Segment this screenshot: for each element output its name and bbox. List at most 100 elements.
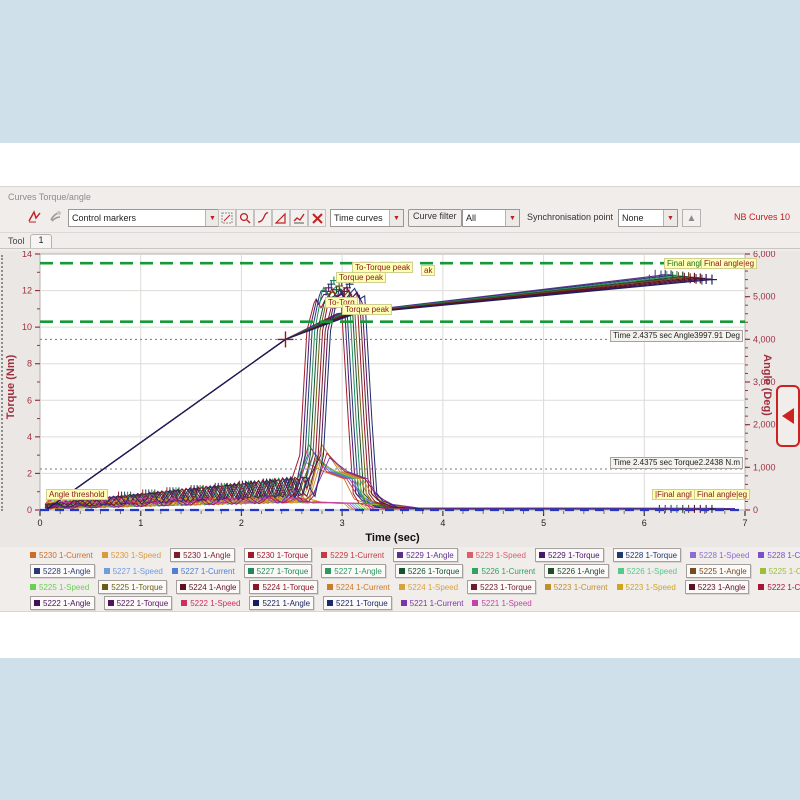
legend-item[interactable]: 5229 1-Angle: [393, 548, 458, 562]
legend-item[interactable]: 5228 1-Torque: [613, 548, 682, 562]
legend-item[interactable]: 5225 1-Torque: [98, 580, 167, 594]
chevron-down-icon[interactable]: ▼: [389, 210, 403, 226]
curve-type-combobox[interactable]: Time curves ▼: [330, 209, 404, 227]
legend-item[interactable]: 5227 1-Speed: [104, 567, 163, 576]
legend-item[interactable]: 5221 1-Current: [401, 599, 464, 608]
legend-swatch-icon: [102, 584, 108, 590]
legend-item[interactable]: 5224 1-Current: [327, 583, 390, 592]
sync-point-combobox[interactable]: None ▼: [618, 209, 678, 227]
legend-item[interactable]: 5228 1-Current: [758, 551, 800, 560]
brush-icon[interactable]: [47, 208, 64, 225]
legend-item[interactable]: 5228 1-Angle: [30, 564, 95, 578]
curve-filter-value: All: [463, 213, 505, 223]
legend-item[interactable]: 5221 1-Angle: [249, 596, 314, 610]
legend-item[interactable]: 5229 1-Torque: [535, 548, 604, 562]
tool-label: Tool: [8, 236, 25, 246]
chevron-down-icon[interactable]: ▼: [505, 210, 519, 226]
legend-swatch-icon: [548, 568, 554, 574]
legend-item[interactable]: 5227 1-Angle: [321, 564, 386, 578]
legend-item[interactable]: 5229 1-Current: [321, 551, 384, 560]
legend-item[interactable]: 5230 1-Speed: [102, 551, 161, 560]
legend-row: 5230 1-Current 5230 1-Speed 5230 1-Angle 52…: [30, 547, 796, 563]
control-markers-combobox[interactable]: Control markers ▼: [68, 209, 220, 227]
legend-item[interactable]: 5225 1-Angle: [686, 564, 751, 578]
legend-swatch-icon: [253, 584, 259, 590]
legend-swatch-icon: [253, 600, 259, 606]
svg-text:0: 0: [27, 505, 32, 515]
legend-label: 5223 1-Torque: [480, 583, 532, 592]
legend-item[interactable]: 5230 1-Current: [30, 551, 93, 560]
legend-swatch-icon: [617, 584, 623, 590]
legend-item[interactable]: 5221 1-Torque: [323, 596, 392, 610]
legend-label: 5227 1-Torque: [257, 567, 309, 576]
legend-item[interactable]: 5222 1-Speed: [181, 599, 240, 608]
legend-item[interactable]: 5229 1-Speed: [467, 551, 526, 560]
legend-item[interactable]: 5222 1-Torque: [104, 596, 173, 610]
legend-swatch-icon: [760, 568, 766, 574]
chart-tooltip: Torque peak: [342, 304, 392, 315]
svg-text:3: 3: [340, 518, 345, 528]
splitter-handle[interactable]: [1, 255, 3, 511]
legend-item[interactable]: 5226 1-Torque: [395, 564, 464, 578]
svg-text:2: 2: [239, 518, 244, 528]
chevron-down-icon[interactable]: ▼: [663, 210, 677, 226]
legend-label: 5230 1-Torque: [257, 551, 309, 560]
legend-swatch-icon: [690, 568, 696, 574]
window-title: Curves Torque/angle: [8, 192, 91, 202]
legend-swatch-icon: [325, 568, 331, 574]
y-right-axis-title: Angle (Deg): [761, 340, 773, 430]
legend-item[interactable]: 5222 1-Angle: [30, 596, 95, 610]
legend-item[interactable]: 5223 1-Current: [545, 583, 608, 592]
legend-swatch-icon: [399, 568, 405, 574]
marker-pen-icon[interactable]: [26, 208, 43, 225]
fit-zoom-reset-button[interactable]: [308, 209, 326, 227]
legend-item[interactable]: 5222 1-Current: [758, 583, 800, 592]
chart-plot[interactable]: 0246810121401,0002,0003,0004,0005,0006,0…: [0, 251, 800, 547]
legend-item[interactable]: 5223 1-Torque: [467, 580, 536, 594]
cursor-value-label: Time 2.4375 sec Torque2.2438 N.m: [610, 457, 743, 469]
legend-item[interactable]: 5225 1-Speed: [30, 583, 89, 592]
legend-label: 5222 1-Angle: [43, 599, 91, 608]
tool-tab-1[interactable]: 1: [30, 234, 52, 249]
legend-item[interactable]: 5224 1-Torque: [249, 580, 318, 594]
legend-swatch-icon: [618, 568, 624, 574]
tool-tab-bar: Tool 1: [0, 233, 800, 250]
y-left-axis-title: Torque (Nm): [5, 342, 17, 432]
legend-item[interactable]: 5227 1-Torque: [244, 564, 313, 578]
svg-text:0: 0: [753, 505, 758, 515]
legend-item[interactable]: 5223 1-Angle: [685, 580, 750, 594]
legend-item[interactable]: 5226 1-Speed: [618, 567, 677, 576]
legend-item[interactable]: 5223 1-Speed: [617, 583, 676, 592]
curve-filter-combobox[interactable]: All ▼: [462, 209, 520, 227]
desktop-background-top: [0, 0, 800, 143]
toolbar: Control markers ▼ Time curves: [0, 204, 800, 233]
warning-icon[interactable]: ▲: [682, 209, 701, 227]
slope-button[interactable]: [272, 209, 290, 227]
legend-label: 5229 1-Current: [330, 551, 384, 560]
curve-filter-button[interactable]: Curve filter: [408, 209, 462, 227]
zoom-button[interactable]: [236, 209, 254, 227]
legend-item[interactable]: 5224 1-Angle: [176, 580, 241, 594]
svg-text:Time (sec): Time (sec): [365, 532, 420, 544]
svg-text:6: 6: [642, 518, 647, 528]
legend-swatch-icon: [248, 568, 254, 574]
legend-label: 5221 1-Current: [410, 599, 464, 608]
legend-item[interactable]: 5230 1-Torque: [244, 548, 313, 562]
threshold-curve-button[interactable]: [290, 209, 308, 227]
legend-item[interactable]: 5226 1-Current: [472, 567, 535, 576]
legend-item[interactable]: 5228 1-Speed: [690, 551, 749, 560]
panel-collapse-handle[interactable]: [776, 385, 800, 447]
chevron-down-icon[interactable]: ▼: [205, 210, 219, 226]
legend-label: 5225 1-Current: [769, 567, 800, 576]
legend-item[interactable]: 5230 1-Angle: [170, 548, 235, 562]
legend-item[interactable]: 5227 1-Current: [172, 567, 235, 576]
legend-item[interactable]: 5226 1-Angle: [544, 564, 609, 578]
control-markers-value: Control markers: [69, 213, 205, 223]
legend-item[interactable]: 5225 1-Current: [760, 567, 800, 576]
chart-area[interactable]: 0246810121401,0002,0003,0004,0005,0006,0…: [0, 251, 800, 547]
legend-item[interactable]: 5224 1-Speed: [399, 583, 458, 592]
legend-item[interactable]: 5221 1-Speed: [472, 599, 531, 608]
legend-label: 5225 1-Torque: [111, 583, 163, 592]
curve-view-button[interactable]: [254, 209, 272, 227]
select-region-button[interactable]: [218, 209, 236, 227]
